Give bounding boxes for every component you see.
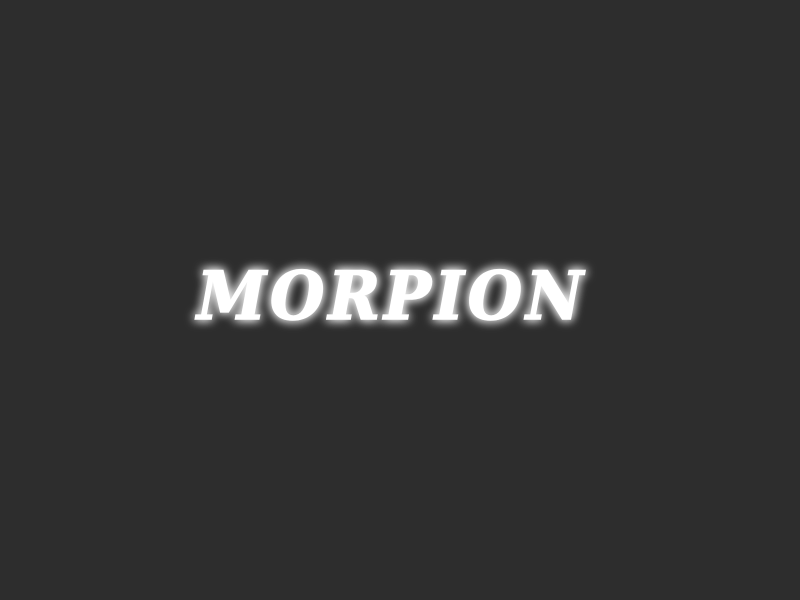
title-screen: MORPION xyxy=(0,0,800,600)
game-title-logo: MORPION xyxy=(194,256,587,336)
game-title: MORPION xyxy=(195,257,587,335)
